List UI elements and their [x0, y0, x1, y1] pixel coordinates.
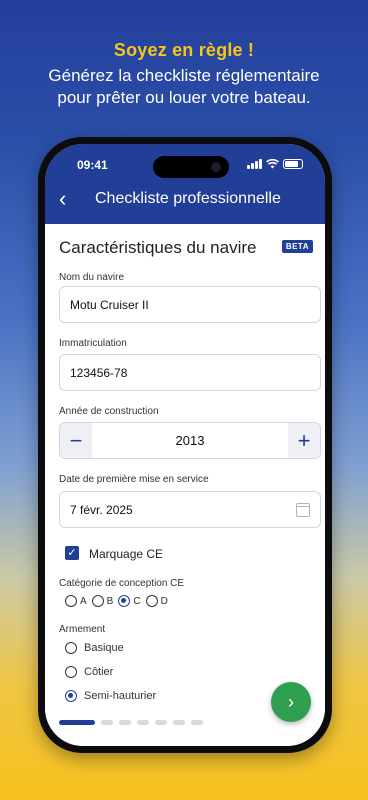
page-dot	[137, 720, 149, 725]
category-option-a[interactable]: A	[65, 595, 87, 607]
battery-icon	[283, 159, 303, 169]
calendar-icon[interactable]	[296, 502, 310, 517]
beta-badge: BETA	[281, 240, 313, 253]
form-content: Caractéristiques du navire BETA Nom du n…	[45, 224, 325, 746]
status-time: 09:41	[77, 158, 108, 172]
page-dot	[155, 720, 167, 725]
registration-input[interactable]: 123456-78	[59, 354, 321, 391]
page-dot	[173, 720, 185, 725]
signal-icon	[247, 159, 262, 169]
ce-marking-label: Marquage CE	[89, 547, 164, 561]
page-dot	[101, 720, 113, 725]
promo-header: Soyez en règle ! Générez la checkliste r…	[0, 40, 368, 109]
category-option-b[interactable]: B	[91, 595, 113, 607]
service-date-input[interactable]: 7 févr. 2025	[59, 491, 321, 528]
wifi-icon	[266, 159, 279, 169]
radio-icon	[145, 595, 158, 607]
app-bar-title: Checkliste professionnelle	[95, 190, 281, 207]
armament-option-cotier[interactable]: Côtier	[65, 666, 113, 678]
service-date-label: Date de première mise en service	[59, 474, 209, 485]
decrement-button[interactable]: −	[60, 423, 92, 458]
design-category-options: A B C D	[65, 595, 173, 607]
next-button[interactable]: ›	[271, 682, 311, 722]
promo-headline: Soyez en règle !	[113, 40, 255, 60]
category-option-c[interactable]: C	[118, 595, 141, 607]
build-year-stepper: − 2013 +	[59, 422, 321, 459]
ce-marking-checkbox[interactable]: ✓	[65, 546, 79, 560]
promo-subline-1: Générez la checkliste réglementaire	[48, 66, 320, 85]
radio-selected-icon	[65, 690, 77, 702]
page-dot-active	[59, 720, 95, 725]
armament-option-basique[interactable]: Basique	[65, 642, 124, 654]
armament-option-semi-hauturier[interactable]: Semi-hauturier	[65, 690, 156, 702]
page-dot	[191, 720, 203, 725]
back-arrow-icon[interactable]: ‹	[59, 188, 66, 210]
armament-label: Armement	[59, 624, 106, 635]
dynamic-island	[153, 156, 229, 178]
chevron-right-icon: ›	[288, 691, 294, 712]
phone-frame: 09:41 ‹ Checkliste professionnelle Carac…	[38, 137, 332, 753]
build-year-label: Année de construction	[59, 406, 159, 417]
page-dot	[119, 720, 131, 725]
camera-icon	[211, 162, 221, 172]
section-title: Caractéristiques du navire	[59, 238, 257, 257]
page-indicator	[59, 720, 203, 725]
vessel-name-label: Nom du navire	[59, 272, 125, 283]
radio-selected-icon	[118, 595, 131, 607]
increment-button[interactable]: +	[288, 423, 320, 458]
app-bar: 09:41 ‹ Checkliste professionnelle	[45, 144, 325, 224]
build-year-value: 2013	[175, 433, 205, 448]
radio-icon	[65, 642, 77, 654]
radio-icon	[91, 595, 104, 607]
system-icons	[247, 159, 303, 169]
promo-subline-2: pour prêter ou louer votre bateau.	[57, 88, 311, 107]
status-bar: 09:41	[45, 156, 325, 178]
radio-icon	[65, 666, 77, 678]
radio-icon	[65, 595, 77, 607]
vessel-name-input[interactable]: Motu Cruiser II	[59, 286, 321, 323]
design-category-label: Catégorie de conception CE	[59, 578, 185, 589]
registration-label: Immatriculation	[59, 338, 127, 349]
service-date-value: 7 févr. 2025	[70, 502, 133, 517]
phone-screen: 09:41 ‹ Checkliste professionnelle Carac…	[45, 144, 325, 746]
category-option-d[interactable]: D	[145, 595, 168, 607]
